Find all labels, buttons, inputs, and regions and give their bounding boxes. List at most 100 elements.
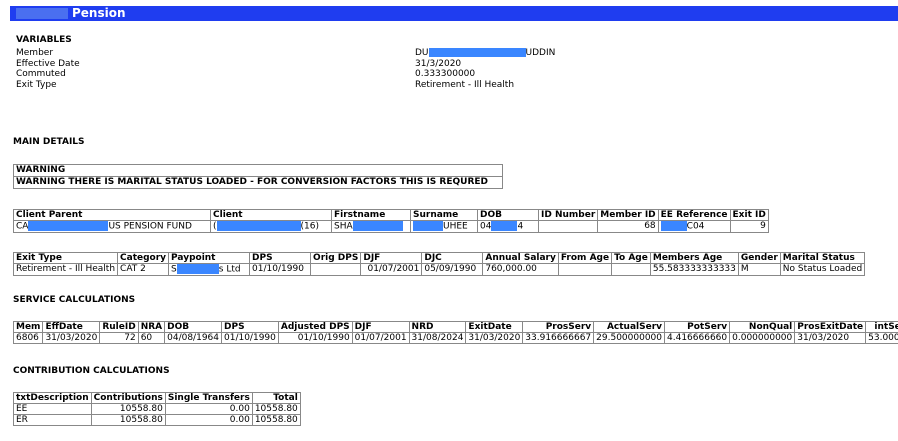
col-potserv: PotServ <box>664 321 731 333</box>
cell-gender: M <box>737 263 781 276</box>
col-from-age: From Age <box>557 252 613 264</box>
col-djf: DJF <box>351 321 410 333</box>
cell-orig-dps <box>310 263 362 276</box>
cell-dps: 01/10/1990 <box>249 263 312 276</box>
col-ruleid: RuleID <box>99 321 139 333</box>
cell-txtdescription: ER <box>13 414 92 426</box>
col-ee-reference: EE Reference <box>657 209 731 221</box>
cell-potserv: 4.416666660 <box>664 332 731 344</box>
col-surname: Surname <box>410 209 478 221</box>
variables-heading: VARIABLES <box>16 35 72 45</box>
variables-labels: Member Effective Date Commuted Exit Type <box>16 48 80 91</box>
variables-values: DU UDDIN 31/3/2020 0.333300000 Retirement… <box>415 48 555 91</box>
cell-nonqual: 0.000000000 <box>729 332 796 344</box>
cell-effdate: 31/03/2020 <box>42 332 101 344</box>
col-actualserv: ActualServ <box>593 321 666 333</box>
cell-total: 10558.80 <box>251 403 301 415</box>
table-row: ER 10558.80 0.00 10558.80 <box>13 414 301 426</box>
col-exitdate: ExitDate <box>465 321 524 333</box>
cell-exit-id: 9 <box>729 220 769 233</box>
cell-category: CAT 2 <box>117 263 170 276</box>
cell-to-age <box>611 263 651 276</box>
cell-client-parent: CA US PENSION FUND <box>13 220 211 233</box>
cell-single-transfers: 0.00 <box>164 403 253 415</box>
cell-marital-status: No Status Loaded <box>779 263 866 276</box>
redaction-mark <box>28 221 109 231</box>
col-total: Total <box>251 392 301 404</box>
cell-paypoint: Ss Ltd <box>168 263 251 276</box>
cell-djf: 01/07/2001 <box>360 263 423 276</box>
redaction-mark <box>176 264 219 274</box>
cell-djf: 01/07/2001 <box>351 332 410 344</box>
redaction-mark <box>428 48 526 57</box>
cell-contributions: 10558.80 <box>90 414 166 426</box>
cell-dob: 04 4 <box>477 220 539 233</box>
table-header-row: Mem EffDate RuleID NRA DOB DPS Adjusted DPS DJF… <box>12 321 898 333</box>
cell-members-age: 55.583333333333 <box>649 263 739 276</box>
table-header-row: txtDescription Contributions Single Transf… <box>13 392 301 404</box>
redaction-mark <box>660 221 687 231</box>
table-row: 6806 31/03/2020 72 60 04/08/1964 01/10/1990 01… <box>12 332 898 344</box>
col-firstname: Firstname <box>331 209 411 221</box>
col-prosserv: ProsServ <box>522 321 595 333</box>
col-dps: DPS <box>249 252 312 264</box>
contribution-calculations-heading: CONTRIBUTION CALCULATIONS <box>13 366 170 376</box>
col-client-parent: Client Parent <box>13 209 211 221</box>
cell-exit-type: Retirement - Ill Health <box>12 263 119 276</box>
col-members-age: Members Age <box>649 252 739 264</box>
col-djc: DJC <box>421 252 484 264</box>
redaction-mark <box>491 221 518 231</box>
redaction-mark <box>16 8 68 19</box>
col-contributions: Contributions <box>90 392 166 404</box>
cell-contributions: 10558.80 <box>90 403 166 415</box>
value-exit-type: Retirement - Ill Health <box>415 80 515 91</box>
col-member-id: Member ID <box>597 209 659 221</box>
cell-exitdate: 31/03/2020 <box>465 332 524 344</box>
cell-ruleid: 72 <box>99 332 139 344</box>
label-exit-type: Exit Type <box>16 80 57 91</box>
col-orig-dps: Orig DPS <box>310 252 362 264</box>
col-mem: Mem <box>12 321 44 333</box>
table-row: CA US PENSION FUND ((16) SHA UHEE 04 4 68 … <box>13 220 769 233</box>
cell-adjusted-dps: 01/10/1990 <box>277 332 353 344</box>
cell-actualserv: 29.500000000 <box>593 332 666 344</box>
warning-title: WARNING <box>14 165 502 177</box>
label-commuted: Commuted <box>16 69 66 80</box>
col-nrd: NRD <box>408 321 467 333</box>
redaction-mark <box>352 221 403 231</box>
cell-annual-salary: 760,000.00 <box>482 263 559 276</box>
cell-dps: 01/10/1990 <box>221 332 279 344</box>
col-effdate: EffDate <box>42 321 101 333</box>
cell-nra: 60 <box>137 332 166 344</box>
label-member: Member <box>16 48 54 58</box>
col-txtdescription: txtDescription <box>13 392 92 404</box>
col-exit-id: Exit ID <box>729 209 769 221</box>
main-details-heading: MAIN DETAILS <box>13 137 85 147</box>
contribution-calculations-table: txtDescription Contributions Single Transf… <box>13 392 301 426</box>
warning-box: WARNING WARNING THERE IS MARITAL STATUS … <box>13 164 503 189</box>
page-title: Pension <box>72 6 126 20</box>
cell-mem: 6806 <box>12 332 44 344</box>
col-nonqual: NonQual <box>729 321 796 333</box>
cell-total: 10558.80 <box>251 414 301 426</box>
cell-intserv: 53.00000 <box>865 332 898 344</box>
exit-table: Exit Type Category Paypoint DPS Orig DPS… <box>12 252 866 276</box>
col-adjusted-dps: Adjusted DPS <box>277 321 353 333</box>
col-annual-salary: Annual Salary <box>482 252 559 264</box>
cell-nrd: 31/08/2024 <box>408 332 467 344</box>
col-djf: DJF <box>360 252 423 264</box>
warning-message: WARNING THERE IS MARITAL STATUS LOADED -… <box>16 177 488 187</box>
table-header-row: Exit Type Category Paypoint DPS Orig DPS… <box>12 252 866 264</box>
cell-client: ((16) <box>210 220 332 233</box>
col-category: Category <box>117 252 170 264</box>
table-row: Retirement - Ill Health CAT 2 Ss Ltd 01/… <box>12 263 866 276</box>
col-marital-status: Marital Status <box>779 252 866 264</box>
service-calculations-table: Mem EffDate RuleID NRA DOB DPS Adjusted DPS DJF… <box>12 321 898 344</box>
col-gender: Gender <box>737 252 781 264</box>
value-effective-date: 31/3/2020 <box>415 58 462 69</box>
col-single-transfers: Single Transfers <box>164 392 253 404</box>
cell-member-id: 68 <box>597 220 659 233</box>
service-calculations-heading: SERVICE CALCULATIONS <box>13 295 136 305</box>
cell-djc: 05/09/1990 <box>421 263 484 276</box>
cell-prosexitdate: 31/03/2020 <box>794 332 867 344</box>
